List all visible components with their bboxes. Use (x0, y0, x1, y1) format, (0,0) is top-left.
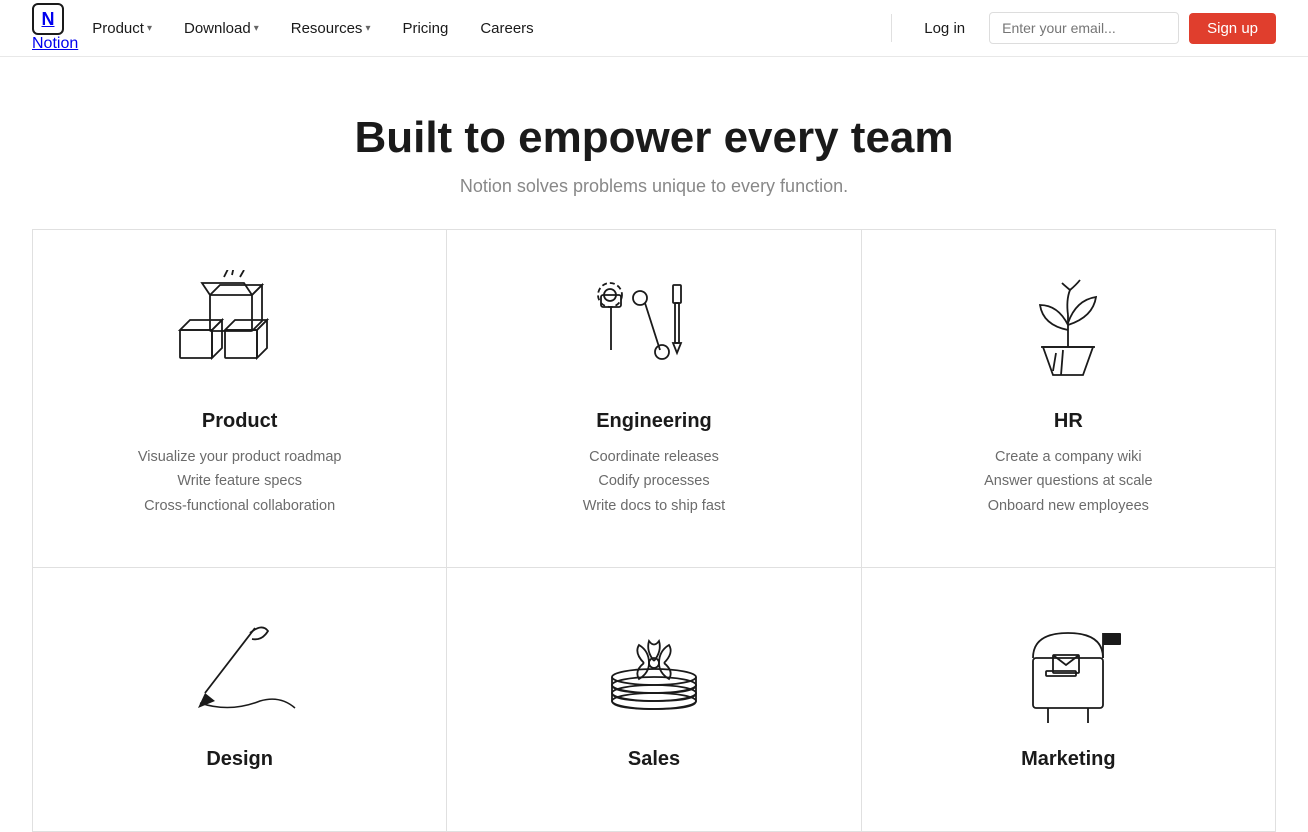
team-grid: Product Visualize your product roadmap W… (32, 229, 1276, 832)
navbar: N Notion Product ▾ Download ▾ Resources … (0, 0, 1308, 57)
hero-title: Built to empower every team (20, 113, 1288, 164)
signup-button[interactable]: Sign up (1189, 13, 1276, 44)
team-name-design: Design (206, 748, 273, 771)
nav-right: Log in Sign up (883, 12, 1276, 44)
nav-careers[interactable]: Careers (466, 14, 547, 43)
brand-name: Notion (32, 35, 78, 52)
team-name-sales: Sales (628, 748, 680, 771)
team-cell-product[interactable]: Product Visualize your product roadmap W… (33, 230, 447, 568)
chevron-down-icon: ▾ (365, 23, 370, 34)
hero-section: Built to empower every team Notion solve… (0, 57, 1308, 229)
nav-divider (891, 14, 892, 42)
team-cell-design[interactable]: Design (33, 568, 447, 832)
product-icon (170, 270, 310, 390)
team-name-product: Product (202, 410, 278, 433)
login-link[interactable]: Log in (910, 14, 979, 43)
nav-product[interactable]: Product ▾ (78, 14, 166, 43)
team-cell-hr[interactable]: HR Create a company wiki Answer question… (862, 230, 1276, 568)
nav-resources[interactable]: Resources ▾ (277, 14, 385, 43)
nav-download[interactable]: Download ▾ (170, 14, 273, 43)
team-cell-engineering[interactable]: Engineering Coordinate releases Codify p… (447, 230, 861, 568)
team-desc-engineering: Coordinate releases Codify processes Wri… (583, 445, 725, 519)
team-desc-hr: Create a company wiki Answer questions a… (984, 445, 1152, 519)
chevron-down-icon: ▾ (254, 23, 259, 34)
engineering-icon (584, 270, 724, 390)
team-name-hr: HR (1054, 410, 1083, 433)
team-name-engineering: Engineering (596, 410, 712, 433)
hero-subtitle: Notion solves problems unique to every f… (20, 176, 1288, 197)
team-desc-product: Visualize your product roadmap Write fea… (138, 445, 342, 519)
logo-icon: N (32, 3, 64, 35)
chevron-down-icon: ▾ (147, 23, 152, 34)
team-name-marketing: Marketing (1021, 748, 1115, 771)
nav-links: Product ▾ Download ▾ Resources ▾ Pricing… (78, 14, 883, 43)
hr-icon (998, 270, 1138, 390)
nav-pricing[interactable]: Pricing (388, 14, 462, 43)
team-cell-sales[interactable]: Sales (447, 568, 861, 832)
nav-logo[interactable]: N Notion (32, 3, 78, 53)
email-input[interactable] (989, 12, 1179, 44)
team-cell-marketing[interactable]: Marketing (862, 568, 1276, 832)
